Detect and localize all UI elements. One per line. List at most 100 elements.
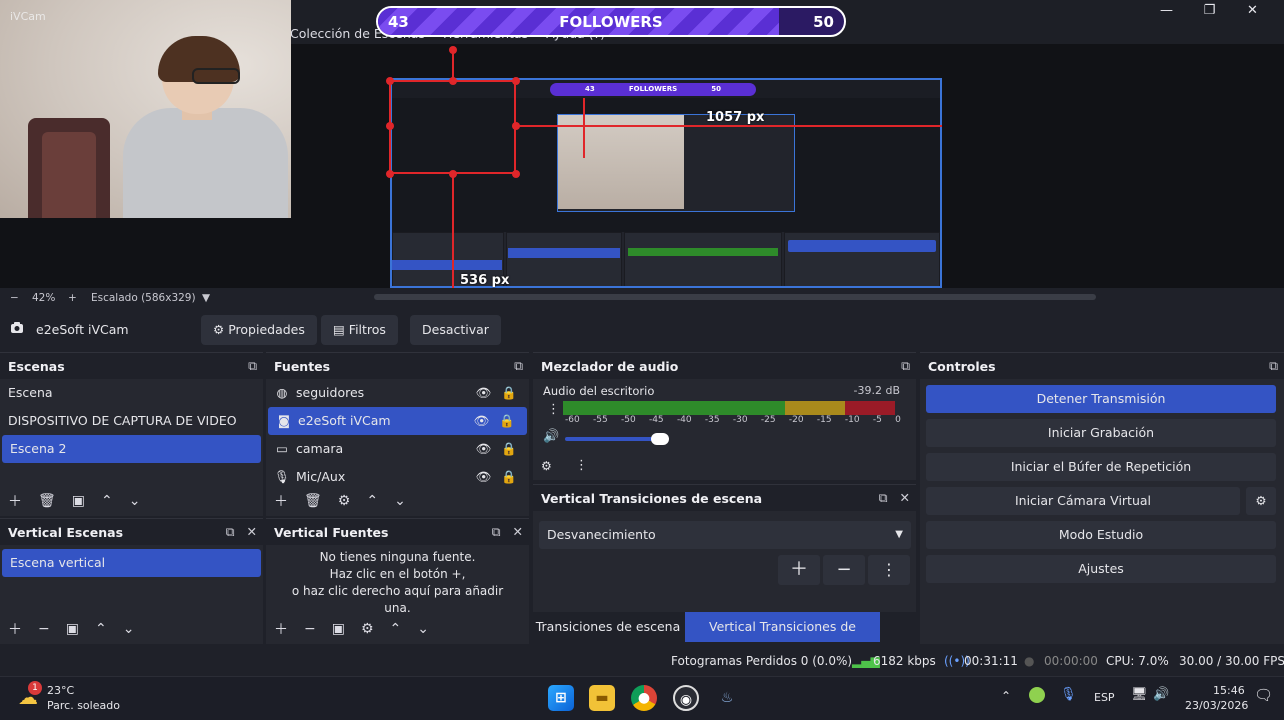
filters-button[interactable]: ▤ Filtros [321,315,398,345]
resize-handle-left[interactable] [386,122,394,130]
lock-icon[interactable]: 🔒 [499,407,515,435]
obs-icon[interactable]: ◉ [673,685,699,711]
eye-icon[interactable]: 👁 [476,435,492,463]
scene-item-selected[interactable]: Escena 2 [2,435,261,463]
source-item[interactable]: 🎙 Mic/Aux 👁 🔒 [266,463,529,491]
lock-icon[interactable]: 🔒 [501,379,517,407]
zoom-out-button[interactable]: − [10,292,19,304]
kebab-menu-icon[interactable]: ⋮ [547,402,560,417]
volume-slider[interactable] [565,433,669,445]
undock-icon[interactable]: ⧉ [248,358,257,374]
trash-icon[interactable]: 🗑 [38,493,56,509]
resize-handle-top-guide[interactable] [449,46,457,54]
volume-slider-knob[interactable] [651,433,669,445]
add-icon[interactable]: ＋ [274,491,288,511]
resize-handle-top[interactable] [449,77,457,85]
close-icon[interactable]: ✕ [513,524,523,540]
tab-vertical-scene-transitions[interactable]: Vertical Transiciones de escena [685,612,880,664]
resize-handle-bottom-right[interactable] [512,170,520,178]
lock-icon[interactable]: 🔒 [501,435,517,463]
volume-icon[interactable]: 🔊 [1153,687,1169,702]
properties-button[interactable]: ⚙ Propiedades [201,315,317,345]
undock-icon[interactable]: ⧉ [879,490,888,506]
undock-icon[interactable]: ⧉ [901,358,910,374]
lock-icon[interactable]: 🔒 [501,463,517,491]
arrow-up-icon[interactable]: ⌃ [366,493,378,509]
minus-icon[interactable]: − [304,621,316,637]
minimize-button[interactable]: — [1145,2,1188,20]
undock-icon[interactable]: ⧉ [226,524,235,540]
undock-icon[interactable]: ⧉ [1269,358,1278,374]
file-explorer-icon[interactable]: ▬ [589,685,615,711]
settings-button[interactable]: Ajustes [926,555,1276,583]
scene-item[interactable]: DISPOSITIVO DE CAPTURA DE VIDEO [0,407,263,435]
source-item[interactable]: ▭ camara 👁 🔒 [266,435,529,463]
clock-date[interactable]: 23/03/2026 [1185,699,1248,712]
undock-icon[interactable]: ⧉ [492,524,501,540]
kebab-menu-icon[interactable]: ⋮ [575,458,588,473]
transition-select[interactable]: Desvanecimiento ▼ [539,521,911,549]
deactivate-button[interactable]: Desactivar [410,315,501,345]
resize-handle-bottom-left[interactable] [386,170,394,178]
zoom-menu-icon[interactable]: ▼ [202,292,210,304]
add-icon[interactable]: ＋ [8,491,22,511]
start-replay-buffer-button[interactable]: Iniciar el Búfer de Repetición [926,453,1276,481]
advanced-audio-icon[interactable]: ⚙ [541,459,552,473]
chrome-icon[interactable]: ● [631,685,657,711]
zoom-in-button[interactable]: + [68,292,77,304]
trash-icon[interactable]: 🗑 [304,493,322,509]
gear-icon[interactable]: ⚙ [338,493,351,509]
arrow-down-icon[interactable]: ⌄ [417,621,429,637]
filter-icon[interactable]: ▣ [72,493,85,509]
add-transition-button[interactable]: ＋ [778,555,820,585]
start-virtual-camera-button[interactable]: Iniciar Cámara Virtual [926,487,1240,515]
selection-bounding-box[interactable] [389,80,516,174]
resize-handle-bottom[interactable] [449,170,457,178]
resize-handle-top-right[interactable] [512,77,520,85]
arrow-up-icon[interactable]: ⌃ [95,621,107,637]
stop-streaming-button[interactable]: Detener Transmisión [926,385,1276,413]
windows-start-icon[interactable]: ⊞ [548,685,574,711]
vertical-scene-item-selected[interactable]: Escena vertical [2,549,261,577]
arrow-down-icon[interactable]: ⌄ [394,493,406,509]
arrow-down-icon[interactable]: ⌄ [129,493,141,509]
close-icon[interactable]: ✕ [247,524,257,540]
eye-icon[interactable]: 👁 [476,463,492,491]
resize-handle-right[interactable] [512,122,520,130]
arrow-up-icon[interactable]: ⌃ [390,621,402,637]
preview-horizontal-scrollbar[interactable] [374,294,1096,300]
virtual-camera-settings-button[interactable]: ⚙ [1246,487,1276,515]
add-icon[interactable]: ＋ [274,619,288,639]
gear-icon[interactable]: ⚙ [361,621,374,637]
filter-icon[interactable]: ▣ [332,621,345,637]
scene-item[interactable]: Escena [0,379,263,407]
remove-transition-button[interactable]: − [823,555,865,585]
steam-icon[interactable]: ♨ [714,685,740,711]
chevron-up-icon[interactable]: ⌃ [1001,689,1011,703]
eye-icon[interactable]: 👁 [476,379,492,407]
eye-icon[interactable]: 👁 [474,407,490,435]
clock-time[interactable]: 15:46 [1213,684,1245,697]
source-item-selected[interactable]: ◙ e2eSoft iVCam 👁 🔒 [268,407,527,435]
resize-handle-top-left[interactable] [386,77,394,85]
add-icon[interactable]: ＋ [8,619,22,639]
close-window-button[interactable]: ✕ [1231,2,1274,20]
minus-icon[interactable]: − [38,621,50,637]
studio-mode-button[interactable]: Modo Estudio [926,521,1276,549]
source-item[interactable]: ◍ seguidores 👁 🔒 [266,379,529,407]
maximize-button[interactable]: ❐ [1188,2,1231,20]
speaker-icon[interactable]: 🔊 [543,429,559,444]
arrow-up-icon[interactable]: ⌃ [101,493,113,509]
app-tray-icon[interactable] [1029,687,1045,703]
transition-menu-button[interactable]: ⋮ [868,555,910,585]
tab-scene-transitions[interactable]: Transiciones de escena [533,612,683,642]
notifications-icon[interactable]: 🗨 [1254,686,1273,704]
start-recording-button[interactable]: Iniciar Grabación [926,419,1276,447]
filter-icon[interactable]: ▣ [66,621,79,637]
undock-icon[interactable]: ⧉ [514,358,523,374]
microphone-icon[interactable]: 🎙 [1060,687,1077,702]
arrow-down-icon[interactable]: ⌄ [123,621,135,637]
network-icon[interactable]: 🖥 [1131,687,1148,702]
language-indicator[interactable]: ESP [1094,691,1115,704]
close-icon[interactable]: ✕ [900,490,910,506]
